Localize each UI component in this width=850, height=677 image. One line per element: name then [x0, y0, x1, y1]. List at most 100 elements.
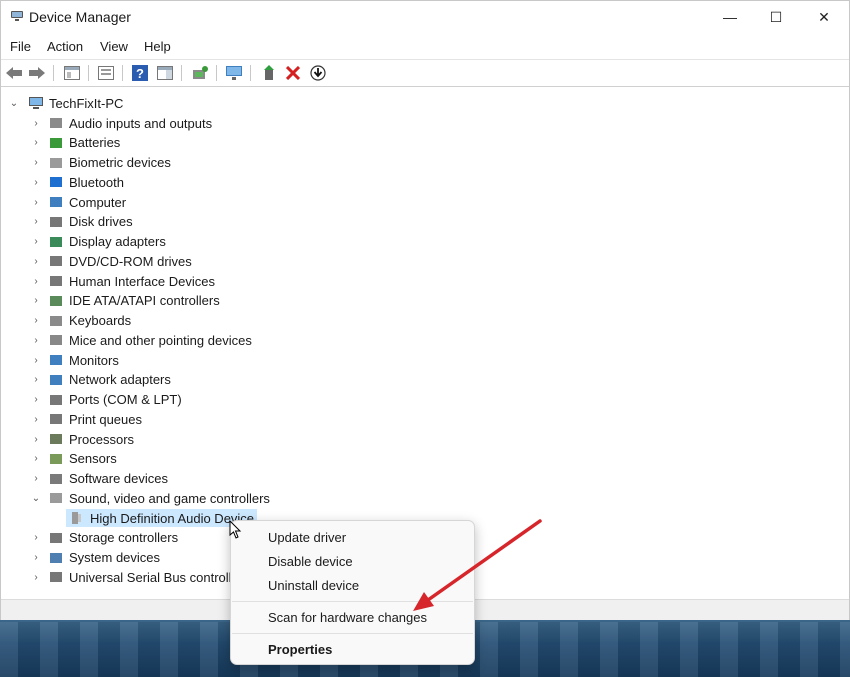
tree-item-category[interactable]: DVD/CD-ROM drives — [48, 252, 192, 270]
chevron-right-icon[interactable]: › — [31, 529, 41, 547]
toolbar-separator — [122, 65, 123, 81]
minimize-icon: — — [723, 9, 737, 25]
tree-item-category[interactable]: Mice and other pointing devices — [48, 331, 252, 349]
tree-item-category[interactable]: Sound, video and game controllers — [48, 489, 270, 507]
tree-item-category[interactable]: Storage controllers — [48, 529, 178, 547]
minimize-button[interactable]: — — [707, 1, 753, 33]
svg-text:?: ? — [136, 66, 144, 81]
device-category-icon — [50, 355, 62, 365]
tree-item-label: Disk drives — [69, 214, 133, 230]
tree-item-category[interactable]: Disk drives — [48, 213, 133, 231]
device-category-icon — [50, 137, 62, 148]
enable-device-icon[interactable] — [260, 64, 278, 82]
chevron-right-icon[interactable]: › — [31, 252, 41, 270]
chevron-right-icon[interactable]: › — [31, 568, 41, 586]
menu-help[interactable]: Help — [144, 39, 171, 54]
menu-update-driver[interactable]: Update driver — [268, 530, 346, 545]
tree-item-label: Sensors — [69, 451, 117, 467]
tree-item-category[interactable]: Display adapters — [48, 233, 166, 251]
scan-hardware-icon[interactable] — [191, 64, 209, 82]
menu-separator — [232, 633, 473, 634]
tree-item-category[interactable]: Audio inputs and outputs — [48, 114, 212, 132]
chevron-right-icon[interactable]: › — [31, 549, 41, 567]
tree-item-category[interactable]: Biometric devices — [48, 154, 171, 172]
tree-item-label: Batteries — [69, 135, 121, 151]
close-button[interactable]: ✕ — [801, 1, 847, 33]
menu-file[interactable]: File — [10, 39, 31, 54]
menu-bar: File Action View Help — [1, 35, 849, 57]
menu-view[interactable]: View — [100, 39, 128, 54]
chevron-right-icon[interactable]: › — [31, 213, 41, 231]
chevron-right-icon[interactable]: › — [31, 154, 41, 172]
help-icon[interactable]: ? — [131, 64, 149, 82]
tree-item-category[interactable]: Universal Serial Bus controlle — [48, 568, 239, 586]
tree-item-category[interactable]: Keyboards — [48, 312, 131, 330]
toolbar-separator — [181, 65, 182, 81]
chevron-right-icon[interactable]: › — [31, 312, 41, 330]
device-manager-app-icon — [11, 11, 23, 21]
device-category-icon — [50, 414, 62, 425]
chevron-down-icon[interactable]: ⌄ — [9, 94, 19, 112]
back-icon[interactable] — [5, 64, 23, 82]
tree-item-category[interactable]: Bluetooth — [48, 173, 124, 191]
properties-pane-icon[interactable] — [63, 64, 81, 82]
update-driver-icon[interactable] — [309, 64, 327, 82]
chevron-right-icon[interactable]: › — [31, 371, 41, 389]
chevron-right-icon[interactable]: › — [31, 351, 41, 369]
tree-item-category[interactable]: System devices — [48, 549, 160, 567]
chevron-right-icon[interactable]: › — [31, 173, 41, 191]
tree-item-category[interactable]: Monitors — [48, 351, 119, 369]
tree-item-category[interactable]: Batteries — [48, 134, 120, 152]
chevron-right-icon[interactable]: › — [31, 430, 41, 448]
chevron-down-icon[interactable]: ⌄ — [31, 489, 41, 507]
chevron-right-icon[interactable]: › — [31, 292, 41, 310]
chevron-right-icon[interactable]: › — [31, 331, 41, 349]
mouse-cursor-icon — [229, 520, 242, 539]
tree-root[interactable]: TechFixIt-PC — [28, 94, 123, 112]
chevron-right-icon[interactable]: › — [31, 134, 41, 152]
menu-disable-device[interactable]: Disable device — [268, 554, 353, 569]
monitor-icon[interactable] — [225, 64, 243, 82]
computer-icon — [29, 97, 43, 109]
chevron-right-icon[interactable]: › — [31, 470, 41, 488]
tree-item-category[interactable]: Software devices — [48, 470, 168, 488]
device-category-icon — [50, 118, 62, 128]
menu-properties[interactable]: Properties — [268, 642, 332, 657]
tree-item-label: Human Interface Devices — [69, 273, 215, 289]
tree-item-category[interactable]: Sensors — [48, 450, 117, 468]
chevron-right-icon[interactable]: › — [31, 391, 41, 409]
chevron-right-icon[interactable]: › — [31, 114, 41, 132]
action-pane-icon[interactable] — [156, 64, 174, 82]
chevron-right-icon[interactable]: › — [31, 272, 41, 290]
context-menu: Update driver Disable device Uninstall d… — [230, 520, 475, 665]
tree-item-label: Bluetooth — [69, 174, 124, 190]
speaker-icon — [72, 512, 81, 524]
tree-item-category[interactable]: Ports (COM & LPT) — [48, 391, 182, 409]
tree-root-label: TechFixIt-PC — [49, 95, 124, 111]
chevron-right-icon[interactable]: › — [31, 233, 41, 251]
menu-scan-for-hardware-changes[interactable]: Scan for hardware changes — [268, 610, 427, 625]
maximize-button[interactable]: ☐ — [753, 1, 799, 33]
tree-item-category[interactable]: IDE ATA/ATAPI controllers — [48, 292, 220, 310]
show-hide-console-tree-icon[interactable] — [97, 64, 115, 82]
device-category-icon — [50, 493, 62, 504]
device-category-icon — [50, 295, 62, 306]
menu-uninstall-device[interactable]: Uninstall device — [268, 578, 359, 593]
title-bar[interactable]: Device Manager — ☐ ✕ — [1, 1, 849, 33]
uninstall-device-icon[interactable] — [284, 64, 302, 82]
tree-item-label: System devices — [69, 550, 161, 565]
menu-action[interactable]: Action — [47, 39, 83, 54]
tree-item-category[interactable]: Print queues — [48, 410, 142, 428]
toolbar: ? — [1, 59, 849, 87]
device-category-icon — [50, 552, 62, 563]
tree-item-label: Universal Serial Bus controlle — [69, 569, 239, 585]
forward-icon[interactable] — [28, 64, 46, 82]
tree-item-category[interactable]: Computer — [48, 193, 126, 211]
chevron-right-icon[interactable]: › — [31, 193, 41, 211]
tree-item-category[interactable]: Human Interface Devices — [48, 272, 215, 290]
tree-item-category[interactable]: Network adapters — [48, 371, 171, 389]
chevron-right-icon[interactable]: › — [31, 410, 41, 428]
tree-item-category[interactable]: Processors — [48, 430, 134, 448]
chevron-right-icon[interactable]: › — [31, 450, 41, 468]
tree-item-label: Display adapters — [69, 234, 166, 249]
